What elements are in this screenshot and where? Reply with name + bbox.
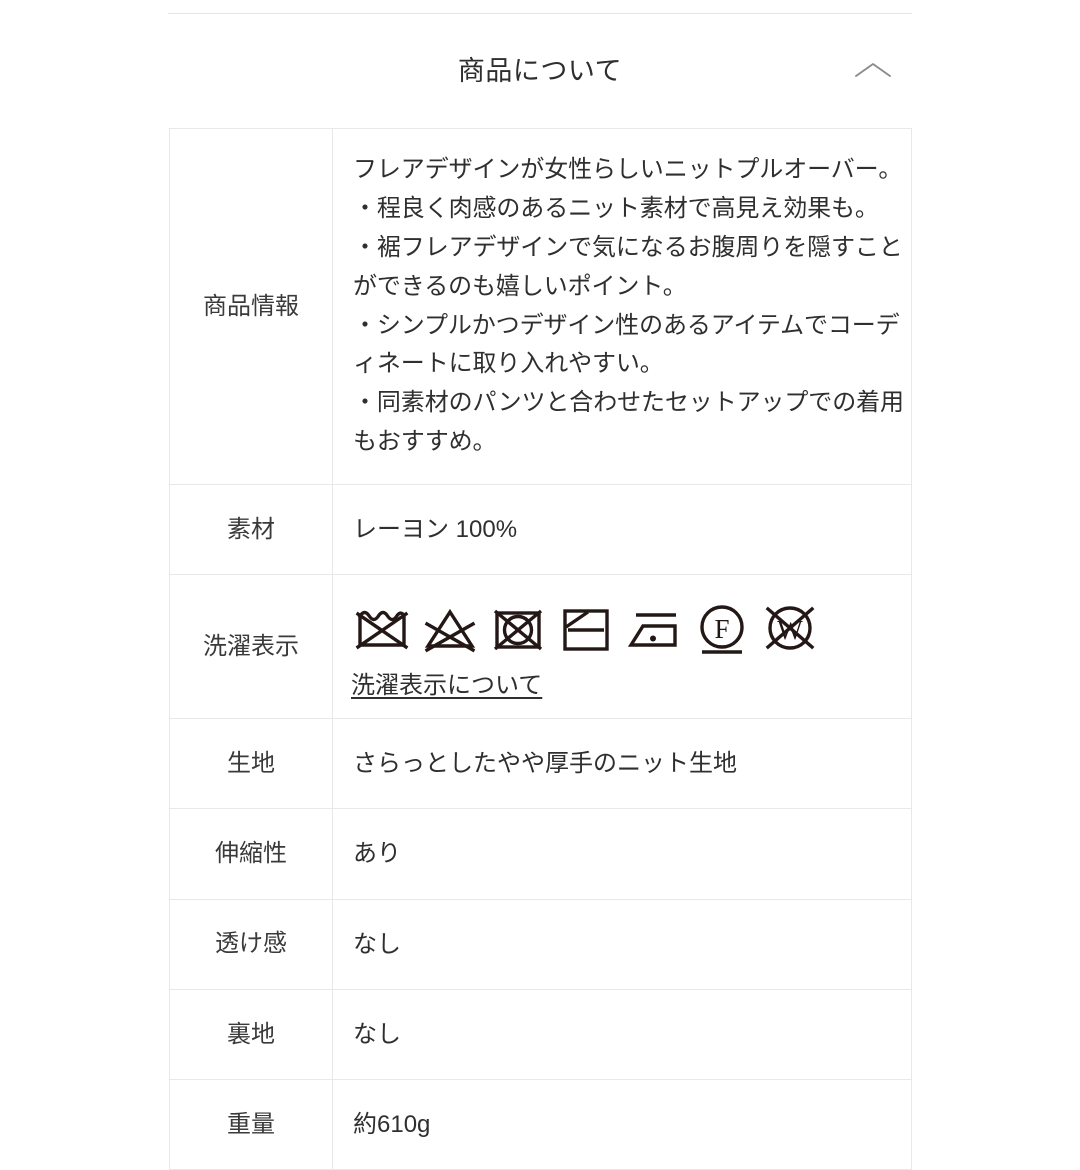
table-row: 透け感 なし bbox=[169, 898, 912, 990]
product-details-page: 商品について 商品情報 フレアデザインが女性らしいニットプルオーバー。 ・程良く… bbox=[0, 0, 1080, 1170]
spec-label: 伸縮性 bbox=[169, 808, 333, 900]
table-row: 伸縮性 あり bbox=[169, 808, 912, 900]
do-not-bleach-icon bbox=[424, 609, 476, 653]
product-spec-table: 商品情報 フレアデザインが女性らしいニットプルオーバー。 ・程良く肉感のあるニッ… bbox=[169, 128, 912, 1170]
table-row: 素材 レーヨン 100% bbox=[169, 483, 912, 576]
table-row: 洗濯表示 F 洗濯表示について bbox=[169, 574, 912, 720]
svg-text:F: F bbox=[714, 614, 729, 644]
dry-clean-petroleum-solvent-mild-icon: F bbox=[700, 605, 744, 654]
table-row: 商品情報 フレアデザインが女性らしいニットプルオーバー。 ・程良く肉感のあるニッ… bbox=[169, 128, 912, 485]
spec-label: 生地 bbox=[169, 718, 333, 810]
section-header: 商品について bbox=[168, 40, 912, 102]
spec-label: 洗濯表示 bbox=[169, 574, 333, 720]
spec-value: フレアデザインが女性らしいニットプルオーバー。 ・程良く肉感のあるニット素材で高… bbox=[332, 128, 912, 485]
table-row: 裏地 なし bbox=[169, 988, 912, 1080]
spec-value: レーヨン 100% bbox=[332, 483, 912, 576]
spec-label: 透け感 bbox=[169, 898, 333, 990]
page-title: 商品について bbox=[457, 55, 623, 86]
care-symbol-list: F W bbox=[351, 597, 911, 659]
spec-label: 商品情報 bbox=[169, 128, 333, 485]
chevron-up-icon bbox=[855, 63, 891, 77]
spec-value: あり bbox=[332, 808, 912, 900]
spec-value: 約610g bbox=[332, 1078, 912, 1170]
do-not-wash-icon bbox=[355, 611, 409, 650]
spec-label: 重量 bbox=[169, 1078, 333, 1170]
spec-value: なし bbox=[332, 898, 912, 990]
spec-label: 裏地 bbox=[169, 988, 333, 1080]
spec-label: 素材 bbox=[169, 483, 333, 576]
flat-dry-in-shade-icon bbox=[563, 609, 609, 651]
do-not-tumble-dry-icon bbox=[493, 609, 543, 651]
top-divider bbox=[168, 13, 912, 14]
care-instructions-cell: F W 洗濯表示について bbox=[332, 574, 912, 720]
table-row: 生地 さらっとしたやや厚手のニット生地 bbox=[169, 718, 912, 810]
care-label-info-link[interactable]: 洗濯表示について bbox=[351, 665, 542, 700]
spec-value: なし bbox=[332, 988, 912, 1080]
do-not-wet-clean-icon: W bbox=[765, 606, 815, 650]
table-row: 重量 約610g bbox=[169, 1078, 912, 1170]
section-collapse-button[interactable] bbox=[850, 56, 896, 86]
spec-value: さらっとしたやや厚手のニット生地 bbox=[332, 718, 912, 810]
iron-low-temperature-icon bbox=[627, 613, 677, 647]
